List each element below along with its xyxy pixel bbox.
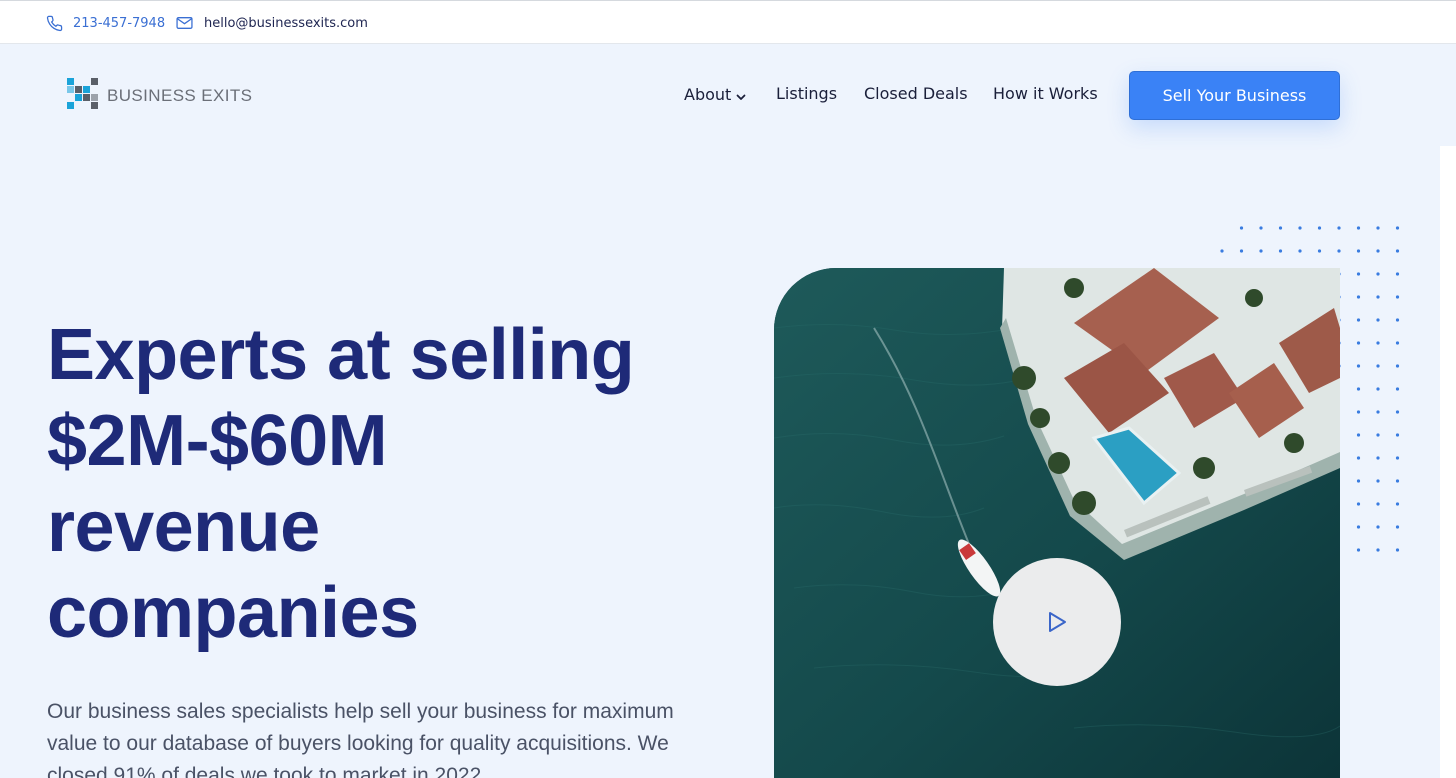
decorative-dot [1356,249,1361,253]
aerial-waterfront-image [774,268,1340,778]
decorative-dot [1298,226,1302,230]
hero-headline: Experts at selling $2M-$60M revenue comp… [47,312,707,656]
decorative-dot [1259,226,1263,230]
decorative-dot [1376,295,1380,299]
decorative-dot [1278,249,1283,253]
decorative-dot [1239,249,1244,253]
decorative-dot [1395,548,1400,552]
decorative-dot [1395,249,1400,253]
decorative-dot [1395,272,1400,276]
decorative-dot [1376,249,1380,253]
decorative-dot [1376,341,1380,345]
decorative-dot [1298,249,1302,253]
nav-about[interactable]: About [684,84,746,105]
decorative-dot [1356,318,1361,322]
decorative-dot [1356,433,1361,437]
decorative-dot [1376,410,1380,414]
site-logo[interactable]: BUSINESS EXITS [67,78,253,114]
decorative-dot [1317,226,1322,230]
decorative-dot [1376,364,1380,368]
decorative-dot [1395,226,1400,230]
hero-headline-line: revenue [47,487,320,567]
email-address[interactable]: hello@businessexits.com [204,16,368,31]
hero-headline-line: Experts at selling [47,315,635,395]
phone-number[interactable]: 213-457-7948 [73,16,165,31]
decorative-dot [1395,364,1400,368]
hero-video-thumbnail[interactable] [774,268,1340,778]
page-side-rail [1440,146,1456,778]
contact-bar: 213-457-7948 hello@businessexits.com [0,0,1456,44]
nav-about-label: About [684,85,732,104]
decorative-dot [1376,318,1380,322]
decorative-dot [1356,272,1361,276]
decorative-dot [1395,456,1400,460]
nav-closed-deals[interactable]: Closed Deals [864,84,968,103]
decorative-dot [1376,387,1380,391]
play-icon [1046,610,1068,634]
decorative-dot [1395,295,1400,299]
decorative-dot [1376,226,1380,230]
email-contact[interactable]: hello@businessexits.com [176,14,368,32]
decorative-dot [1356,295,1361,299]
decorative-dot [1356,479,1361,483]
decorative-dot [1376,479,1380,483]
decorative-dot [1395,479,1400,483]
chevron-down-icon [736,86,746,105]
decorative-dot [1259,249,1263,253]
logo-wordmark: BUSINESS EXITS [107,86,253,105]
decorative-dot [1356,525,1361,529]
decorative-dot [1356,410,1361,414]
pixel-x-logo-icon [67,78,99,114]
decorative-dot [1395,410,1400,414]
nav-how-it-works[interactable]: How it Works [993,84,1098,103]
decorative-dot [1220,249,1224,253]
decorative-dot [1356,226,1361,230]
phone-icon [46,15,63,32]
decorative-dot [1356,502,1361,506]
decorative-dot [1376,272,1380,276]
phone-contact[interactable]: 213-457-7948 [46,14,165,32]
decorative-dot [1317,249,1322,253]
video-play-button[interactable] [993,558,1121,686]
decorative-dot [1395,341,1400,345]
decorative-dot [1395,502,1400,506]
decorative-dot [1356,456,1361,460]
decorative-dot [1337,226,1341,230]
nav-listings[interactable]: Listings [776,84,837,103]
decorative-dot [1239,226,1244,230]
decorative-dot [1395,525,1400,529]
hero-description: Our business sales specialists help sell… [47,700,674,778]
decorative-dot [1376,502,1380,506]
sell-your-business-button[interactable]: Sell Your Business [1129,71,1340,120]
hero-headline-line: companies [47,573,419,653]
decorative-dot [1395,318,1400,322]
envelope-icon [176,16,193,30]
decorative-dot [1395,433,1400,437]
decorative-dot [1356,341,1361,345]
decorative-dot [1356,364,1361,368]
decorative-dot [1376,548,1380,552]
hero-headline-line: $2M-$60M [47,401,388,481]
decorative-dot [1337,249,1341,253]
decorative-dot [1376,456,1380,460]
decorative-dot [1356,387,1361,391]
decorative-dot [1278,226,1283,230]
decorative-dot [1376,525,1380,529]
decorative-dot [1356,548,1361,552]
decorative-dot [1376,433,1380,437]
decorative-dot [1395,387,1400,391]
